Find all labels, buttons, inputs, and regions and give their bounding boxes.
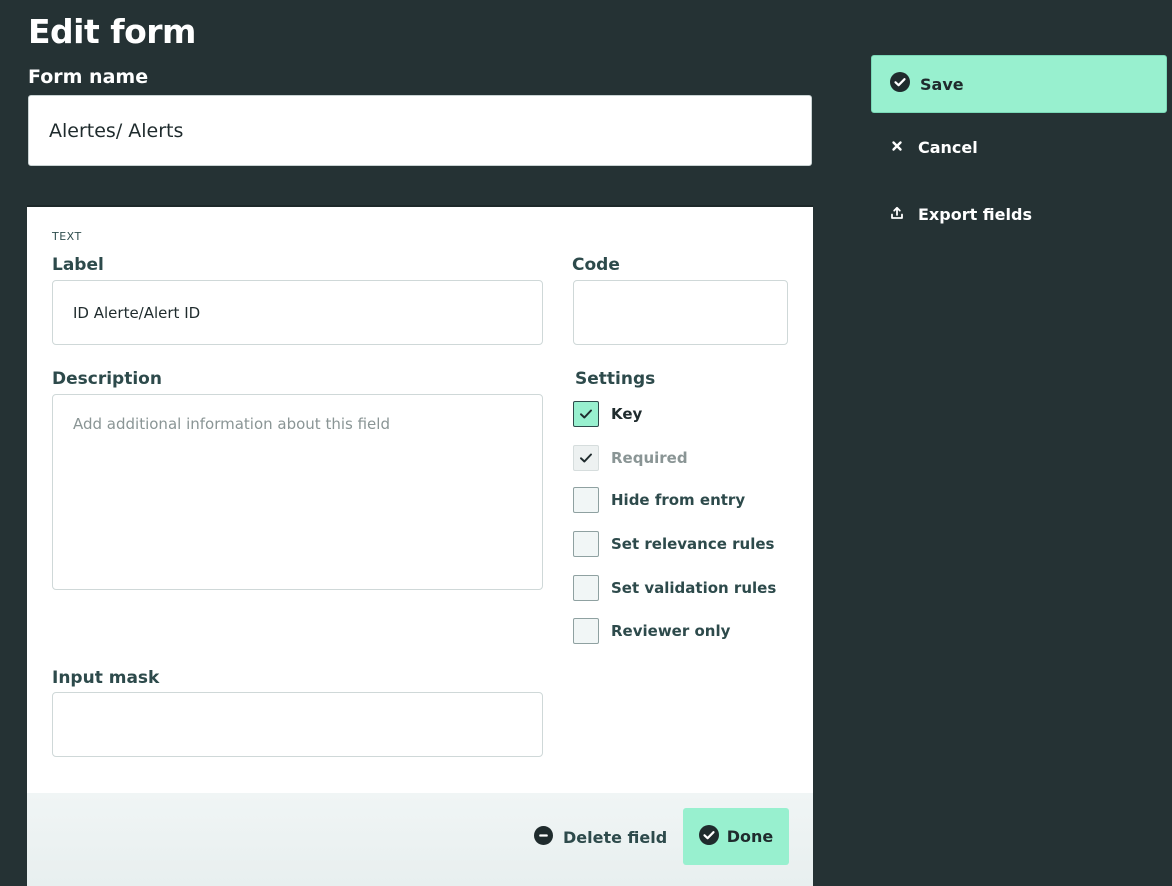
relevance-rules-checkbox[interactable] <box>573 531 599 557</box>
close-icon <box>890 138 904 157</box>
description-field-label: Description <box>52 369 162 389</box>
hide-from-entry-checkbox[interactable] <box>573 487 599 513</box>
label-input[interactable] <box>52 280 543 345</box>
cancel-button[interactable]: Cancel <box>890 138 978 157</box>
delete-field-label: Delete field <box>563 828 668 847</box>
field-editor-card: TEXT Label Code Description Settings Key… <box>27 205 813 886</box>
export-fields-button[interactable]: Export fields <box>890 205 1032 224</box>
edit-form-page: Edit form Form name Save Cancel Export f… <box>0 0 1172 886</box>
form-name-input[interactable] <box>28 95 812 166</box>
label-field-label: Label <box>52 255 104 275</box>
required-checkbox <box>573 445 599 471</box>
reviewer-only-checkbox[interactable] <box>573 618 599 644</box>
setting-validation-rules-label: Set validation rules <box>611 579 777 597</box>
check-icon <box>580 409 592 419</box>
setting-key-label: Key <box>611 405 643 423</box>
page-title: Edit form <box>28 12 196 51</box>
input-mask-label: Input mask <box>52 668 160 688</box>
description-textarea[interactable] <box>52 394 543 590</box>
validation-rules-checkbox[interactable] <box>573 575 599 601</box>
setting-key[interactable]: Key <box>573 401 642 427</box>
cancel-button-label: Cancel <box>918 138 978 157</box>
save-button-label: Save <box>920 74 964 94</box>
save-button[interactable]: Save <box>871 55 1167 113</box>
setting-required-label: Required <box>611 449 688 467</box>
setting-relevance-rules-label: Set relevance rules <box>611 535 775 553</box>
setting-hide-from-entry[interactable]: Hide from entry <box>573 487 745 513</box>
code-field-label: Code <box>572 255 620 275</box>
done-button[interactable]: Done <box>683 808 789 865</box>
form-name-label: Form name <box>28 66 149 88</box>
check-icon <box>580 453 592 463</box>
code-input[interactable] <box>573 280 788 345</box>
minus-circle-icon <box>534 826 553 849</box>
setting-required: Required <box>573 445 688 471</box>
field-type-tag: TEXT <box>52 230 82 243</box>
setting-validation-rules[interactable]: Set validation rules <box>573 575 776 601</box>
card-footer: Delete field Done <box>27 793 813 886</box>
export-fields-label: Export fields <box>918 205 1032 224</box>
input-mask-input[interactable] <box>52 692 543 757</box>
delete-field-button[interactable]: Delete field <box>534 826 667 849</box>
check-circle-icon <box>890 72 910 96</box>
key-checkbox[interactable] <box>573 401 599 427</box>
done-button-label: Done <box>726 827 774 846</box>
setting-reviewer-only-label: Reviewer only <box>611 622 731 640</box>
setting-relevance-rules[interactable]: Set relevance rules <box>573 531 774 557</box>
setting-reviewer-only[interactable]: Reviewer only <box>573 618 730 644</box>
export-icon <box>890 205 904 224</box>
setting-hide-from-entry-label: Hide from entry <box>611 491 746 509</box>
settings-label: Settings <box>575 369 656 389</box>
check-circle-icon <box>698 824 719 849</box>
